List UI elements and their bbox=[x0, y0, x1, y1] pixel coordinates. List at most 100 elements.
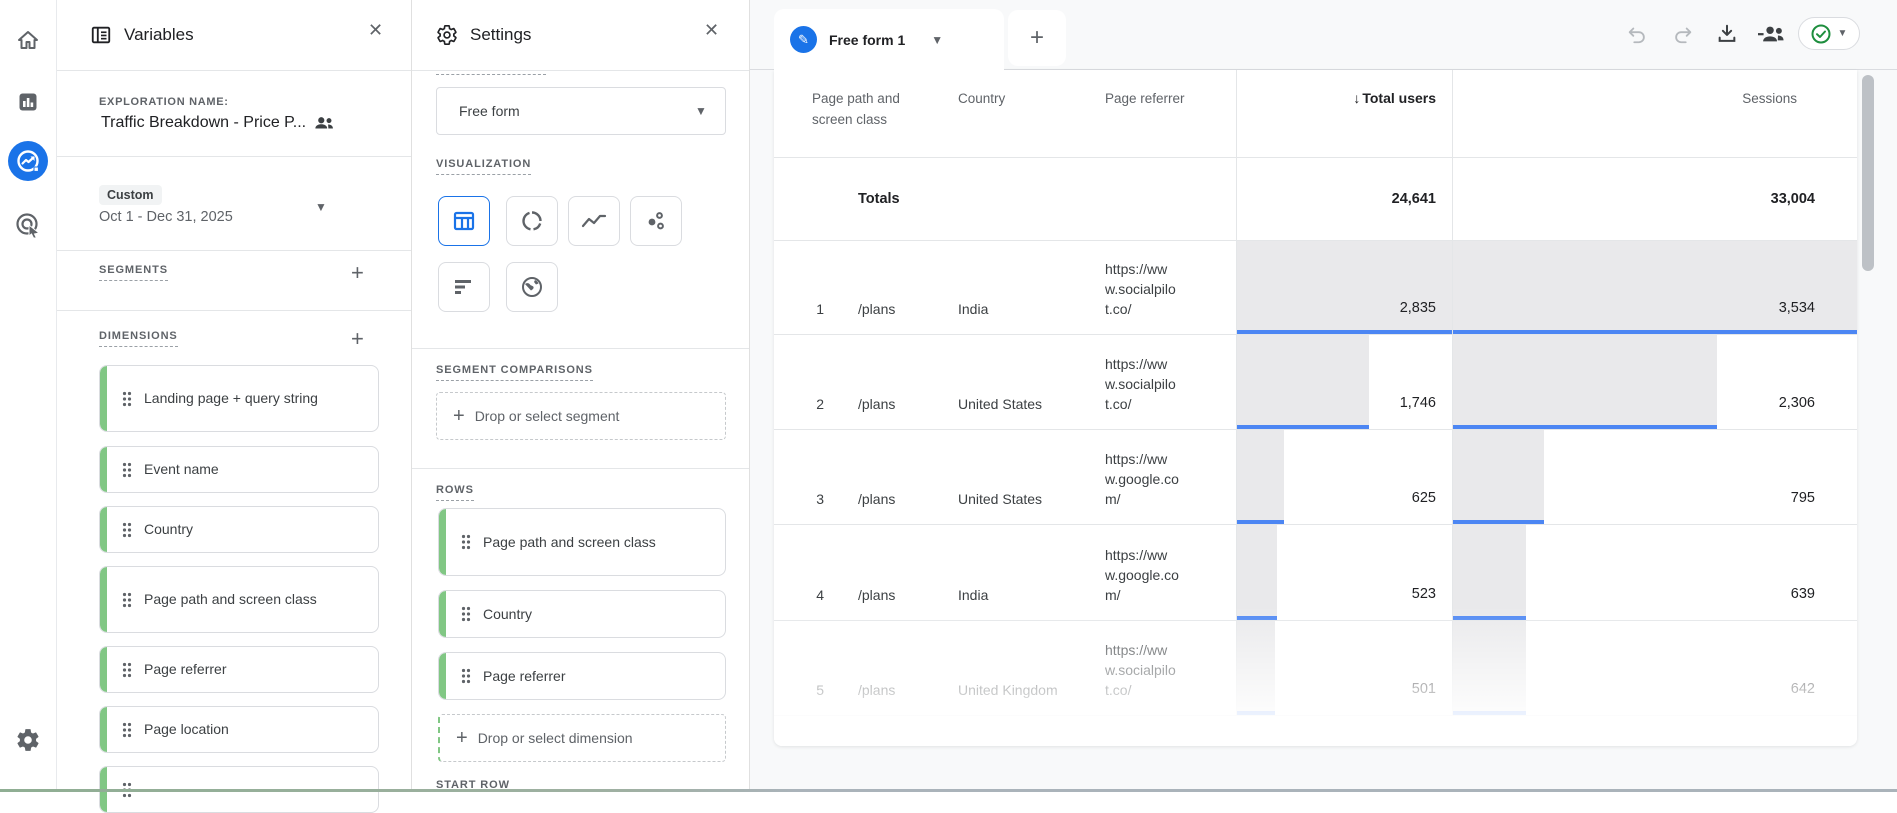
undo-button[interactable] bbox=[1622, 19, 1652, 49]
date-range-value[interactable]: Oct 1 - Dec 31, 2025 bbox=[99, 209, 233, 225]
table-row[interactable]: 5 /plans United Kingdom https://www.soci… bbox=[774, 621, 1857, 716]
cell-sessions[interactable]: 2,306 bbox=[1452, 335, 1857, 429]
cell-total-users[interactable]: 523 bbox=[1236, 525, 1452, 620]
drag-handle-icon[interactable] bbox=[122, 722, 132, 738]
download-button[interactable] bbox=[1712, 19, 1742, 49]
cell-page-referrer[interactable]: https://www.google.com/ bbox=[1091, 430, 1236, 524]
cell-page-path[interactable]: /plans bbox=[844, 621, 944, 715]
redo-button[interactable] bbox=[1668, 19, 1698, 49]
dimensions-add-button[interactable]: + bbox=[351, 328, 364, 350]
header-sessions[interactable]: Sessions bbox=[1452, 70, 1857, 157]
row-dimension-chip-label: Page referrer bbox=[483, 667, 566, 684]
add-tab-button[interactable]: + bbox=[1008, 10, 1066, 66]
tab-label: Free form 1 bbox=[829, 31, 906, 48]
tab-caret-icon[interactable]: ▼ bbox=[931, 33, 943, 47]
cell-country[interactable]: India bbox=[944, 241, 1091, 334]
cell-total-users[interactable]: 501 bbox=[1236, 621, 1452, 715]
header-page-referrer[interactable]: Page referrer bbox=[1091, 70, 1236, 157]
cell-country[interactable]: United States bbox=[944, 430, 1091, 524]
date-range-caret-icon[interactable]: ▼ bbox=[315, 200, 327, 214]
cell-page-path[interactable]: /plans bbox=[844, 335, 944, 429]
segments-add-button[interactable]: + bbox=[351, 262, 364, 284]
cell-page-referrer[interactable]: https://www.socialpilot.co/ bbox=[1091, 335, 1236, 429]
drag-handle-icon[interactable] bbox=[461, 606, 471, 622]
dimension-chip[interactable]: Country bbox=[99, 506, 379, 553]
table-row[interactable]: 1 /plans India https://www.socialpilot.c… bbox=[774, 241, 1857, 335]
viz-donut-button[interactable] bbox=[506, 196, 558, 246]
nav-reports-button[interactable] bbox=[8, 82, 48, 122]
segment-comparisons-label: SEGMENT COMPARISONS bbox=[436, 364, 593, 381]
cell-page-referrer[interactable]: https://www.socialpilot.co/ bbox=[1091, 241, 1236, 334]
users-bar bbox=[1237, 621, 1275, 715]
validation-status-button[interactable]: ▼ bbox=[1798, 17, 1860, 50]
row-number: 2 bbox=[816, 396, 824, 412]
viz-line-button[interactable] bbox=[568, 196, 620, 246]
chip-green-edge bbox=[100, 366, 107, 431]
nav-advertising-button[interactable] bbox=[8, 205, 48, 245]
row-dimension-chip[interactable]: Country bbox=[438, 590, 726, 638]
dimension-dropzone[interactable]: + Drop or select dimension bbox=[438, 714, 726, 762]
sort-descending-icon: ↓ bbox=[1353, 90, 1361, 106]
dimension-chip-label: Country bbox=[144, 521, 194, 537]
drag-handle-icon[interactable] bbox=[122, 662, 132, 678]
shared-users-icon bbox=[314, 116, 334, 130]
cell-sessions[interactable]: 795 bbox=[1452, 430, 1857, 524]
cell-country[interactable]: United States bbox=[944, 335, 1091, 429]
cell-country[interactable]: India bbox=[944, 525, 1091, 620]
cell-country[interactable]: United Kingdom bbox=[944, 621, 1091, 715]
viz-table-button[interactable] bbox=[438, 196, 490, 246]
segments-label: SEGMENTS bbox=[99, 264, 168, 281]
explore-icon bbox=[7, 140, 49, 182]
row-dimension-chip[interactable]: Page referrer bbox=[438, 652, 726, 700]
table-row[interactable]: 2 /plans United States https://www.socia… bbox=[774, 335, 1857, 430]
cell-sessions[interactable]: 3,534 bbox=[1452, 241, 1857, 334]
settings-close-icon[interactable]: ✕ bbox=[704, 21, 719, 39]
viz-geo-button[interactable] bbox=[506, 262, 558, 312]
drag-handle-icon[interactable] bbox=[122, 462, 132, 478]
cell-page-path[interactable]: /plans bbox=[844, 241, 944, 334]
vertical-scrollbar-thumb[interactable] bbox=[1862, 75, 1874, 271]
cell-sessions[interactable]: 642 bbox=[1452, 621, 1857, 715]
cell-page-referrer[interactable]: https://www.google.com/ bbox=[1091, 525, 1236, 620]
cell-total-users[interactable]: 1,746 bbox=[1236, 335, 1452, 429]
viz-bar-button[interactable] bbox=[438, 262, 490, 312]
dimension-chip[interactable]: Landing page + query string bbox=[99, 365, 379, 432]
dimension-chip[interactable]: Page path and screen class bbox=[99, 566, 379, 633]
cell-total-users[interactable]: 2,835 bbox=[1236, 241, 1452, 334]
cell-total-users[interactable]: 625 bbox=[1236, 430, 1452, 524]
cell-sessions[interactable]: 639 bbox=[1452, 525, 1857, 620]
dimension-chip-label: Page path and screen class bbox=[144, 591, 317, 607]
cell-page-path[interactable]: /plans bbox=[844, 430, 944, 524]
nav-home-button[interactable] bbox=[8, 20, 48, 60]
nav-admin-button[interactable] bbox=[8, 720, 48, 760]
header-total-users[interactable]: ↓ Total users bbox=[1236, 70, 1452, 157]
table-row[interactable]: 3 /plans United States https://www.googl… bbox=[774, 430, 1857, 525]
technique-select[interactable]: Free form ▼ bbox=[436, 87, 726, 135]
drag-handle-icon[interactable] bbox=[122, 391, 132, 407]
bar-chart-horizontal-icon bbox=[453, 277, 475, 297]
nav-explore-button[interactable] bbox=[8, 141, 48, 181]
dimension-chip[interactable]: Page referrer bbox=[99, 646, 379, 693]
drag-handle-icon[interactable] bbox=[461, 668, 471, 684]
drag-handle-icon[interactable] bbox=[122, 592, 132, 608]
dimension-chip[interactable]: Event name bbox=[99, 446, 379, 493]
dimension-chip[interactable]: Page location bbox=[99, 706, 379, 753]
share-users-button[interactable] bbox=[1756, 19, 1786, 49]
segment-dropzone[interactable]: + Drop or select segment bbox=[436, 392, 726, 440]
nav-rail bbox=[0, 0, 57, 792]
header-country[interactable]: Country bbox=[944, 70, 1091, 157]
free-form-table: Page path and screen class Country Page … bbox=[774, 70, 1857, 746]
header-page-path[interactable]: Page path and screen class bbox=[774, 70, 944, 157]
row-dimension-chip-label: Country bbox=[483, 605, 533, 622]
exploration-name-value[interactable]: Traffic Breakdown - Price P... bbox=[101, 114, 306, 132]
table-row[interactable]: 4 /plans India https://www.google.com/ 5… bbox=[774, 525, 1857, 621]
cell-page-referrer[interactable]: https://www.socialpilot.co/ bbox=[1091, 621, 1236, 715]
variables-close-icon[interactable]: ✕ bbox=[368, 21, 383, 39]
drag-handle-icon[interactable] bbox=[122, 522, 132, 538]
row-dimension-chip[interactable]: Page path and screen class bbox=[438, 508, 726, 576]
tab-free-form-1[interactable]: ✎ Free form 1 ▼ bbox=[774, 9, 1004, 70]
viz-scatter-button[interactable] bbox=[630, 196, 682, 246]
chip-green-edge bbox=[100, 707, 107, 752]
cell-page-path[interactable]: /plans bbox=[844, 525, 944, 620]
drag-handle-icon[interactable] bbox=[461, 534, 471, 550]
